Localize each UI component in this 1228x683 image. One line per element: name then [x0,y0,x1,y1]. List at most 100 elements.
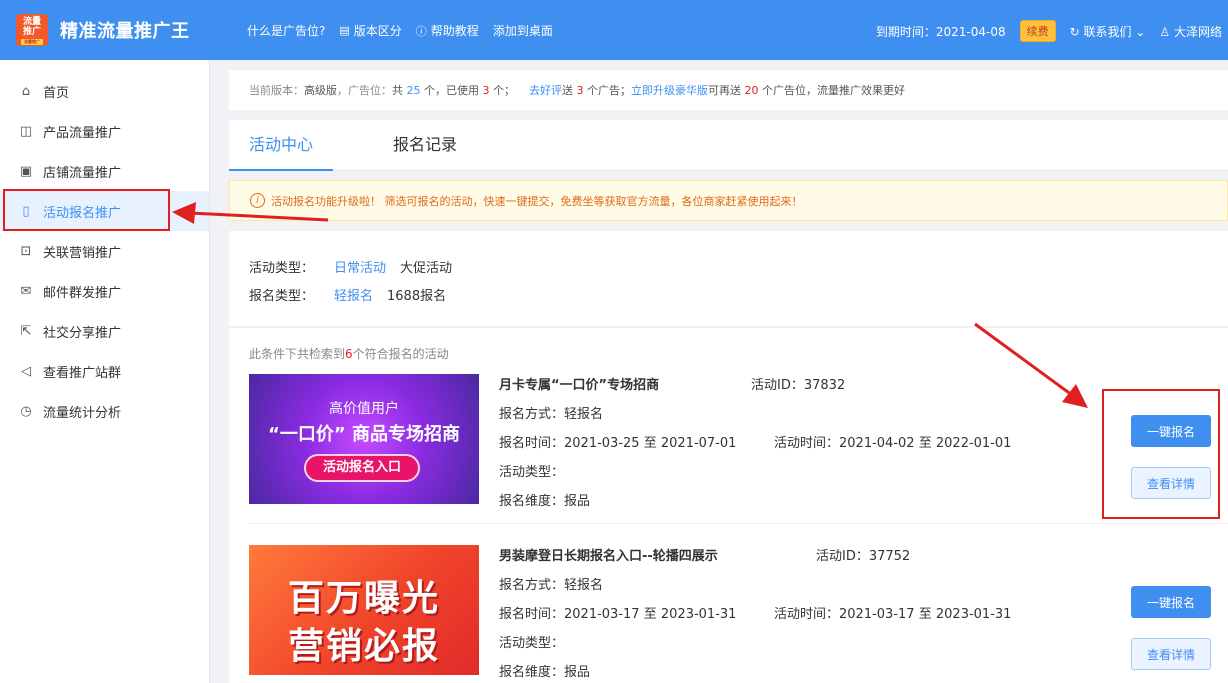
logo-line1: 流量 [22,17,41,27]
sidebar-item-label: 店铺流量推广 [43,165,122,181]
signup-start: 2021-03-17 [564,607,640,622]
header-right: 到期时间：2021-04-08 续费 ↻ 联系我们 ⌄ ♙ 大泽网络 [876,20,1222,42]
nav-version-compare[interactable]: ▤ 版本区分 [339,22,401,39]
top-header: 流量 推广 流量推广 精准流量推广王 什么是广告位? ▤ 版本区分 ⓘ 帮助教程… [0,0,1228,60]
nav-help-label: 帮助教程 [430,24,479,38]
view-details-button[interactable]: 查看详情 [1131,467,1211,499]
notice-upgrade-count: 20 [744,83,759,97]
filter-option-1688[interactable]: 1688报名 [387,285,446,304]
sidebar-item-store[interactable]: ▣ 店铺流量推广 [0,151,209,191]
to-label: 至 [918,436,932,451]
upgrade-link[interactable]: 立即升级豪华版 [631,82,708,98]
sidebar-item-label: 查看推广站群 [43,365,122,381]
logo-sub: 流量推广 [21,39,43,45]
banner-line1: 百万曝光 [287,578,440,619]
nav-what-is-ad[interactable]: 什么是广告位? [247,22,325,39]
signup-time: 报名时间：2021-03-17 至 2023-01-31 [499,603,736,622]
one-click-signup-button[interactable]: 一键报名 [1131,415,1211,447]
review-link[interactable]: 去好评 [529,82,562,98]
activity-banner[interactable]: 高价值用户 “一口价” 商品专场招商 活动报名入口 [249,374,479,504]
notice-used: 3 [482,83,490,97]
nav-add-desktop[interactable]: 添加到桌面 [493,22,553,39]
sidebar-item-home[interactable]: ⌂ 首页 [0,71,209,111]
notice-text: 个，已使用 [424,84,479,97]
to-label: 至 [643,436,657,451]
banner-line1: 高价值用户 [329,401,399,417]
share-icon: ⇱ [20,323,32,339]
filter-option-promo[interactable]: 大促活动 [400,257,452,276]
act-start: 2021-03-17 [839,607,915,622]
dimension-label: 报名维度： [499,494,565,509]
nav-what-is-ad-label: 什么是广告位? [247,24,326,38]
tab-activity-center[interactable]: 活动中心 [228,120,334,171]
stats-icon: ◷ [20,403,32,419]
activity-list: 此条件下共检索到6个符合报名的活动 高价值用户 “一口价” 商品专场招商 活动报… [229,328,1228,683]
tab-signup-records[interactable]: 报名记录 [393,120,457,171]
filter-option-light[interactable]: 轻报名 [334,285,373,304]
megaphone-icon: ◁ [21,363,31,379]
filter-signup-type: 报名类型： 轻报名 1688报名 [249,285,460,304]
sidebar-item-sites[interactable]: ◁ 查看推广站群 [0,351,209,391]
app-logo[interactable]: 流量 推广 流量推广 [16,14,48,46]
activity-id: 活动ID：37832 [751,374,845,393]
sidebar-item-product[interactable]: ◫ 产品流量推广 [0,111,209,151]
activity-time: 活动时间：2021-04-02 至 2022-01-01 [774,432,1011,451]
id-label: 活动ID： [751,378,804,393]
sidebar-item-activity[interactable]: ▯ 活动报名推广 [0,191,209,231]
notice-text: 送 [562,84,573,97]
expire-date: 到期时间：2021-04-08 [875,24,1006,39]
sidebar-item-label: 关联营销推广 [43,245,122,261]
notice-text: 个广告位，流量推广效果更好 [762,84,905,97]
store-icon: ▣ [19,163,33,179]
sidebar-item-stats[interactable]: ◷ 流量统计分析 [0,391,209,431]
result-number: 6 [345,347,353,361]
banner-line2: 营销必报 [287,626,440,667]
user-icon: ♙ [1159,24,1171,39]
nav-help[interactable]: ⓘ 帮助教程 [416,22,479,39]
bag-icon: ◫ [19,123,33,139]
notice-text: 个广告； [587,84,631,97]
sidebar-item-social[interactable]: ⇱ 社交分享推广 [0,311,209,351]
renew-button[interactable]: 续费 [1019,20,1056,42]
info-icon: i [250,193,265,208]
filter-label: 活动类型： [249,261,315,276]
signup-end: 2021-07-01 [660,436,737,451]
version-notice: 当前版本： 高级版 ，广告位： 共 25 个，已使用 3 个； 去好评 送 3 … [229,70,1228,110]
sidebar-item-mail[interactable]: ✉ 邮件群发推广 [0,271,209,311]
notice-text: 个； [493,84,515,97]
document-icon: ▤ [339,24,350,37]
activity-card: 百万曝光 营销必报 男装摩登日长期报名入口--轮播四展示 活动ID：37752 … [249,545,1228,683]
filter-option-daily[interactable]: 日常活动 [334,257,386,276]
notice-text: 当前版本： [249,84,304,97]
filter-activity-type: 活动类型： 日常活动 大促活动 [249,257,466,276]
activity-id: 活动ID：37752 [816,545,910,564]
activity-type: 活动类型： [499,461,564,480]
sidebar: ⌂ 首页 ◫ 产品流量推广 ▣ 店铺流量推广 ▯ 活动报名推广 ⊡ 关联营销推广… [0,60,210,683]
signup-mode: 报名方式：轻报名 [499,574,603,593]
filter-panel: 活动类型： 日常活动 大促活动 报名类型： 轻报名 1688报名 [229,231,1228,327]
chart-icon: ⊡ [20,243,32,259]
notice-total: 25 [406,83,421,97]
sidebar-item-related[interactable]: ⊡ 关联营销推广 [0,231,209,271]
user-menu[interactable]: ♙ 大泽网络 [1159,23,1222,40]
logo-line2: 推广 [22,27,41,37]
sidebar-item-label: 活动报名推广 [43,205,122,221]
activity-banner[interactable]: 百万曝光 营销必报 [249,545,479,675]
nav-add-desktop-label: 添加到桌面 [492,24,553,38]
banner-signup-entry: 活动报名入口 [304,454,420,482]
dimension-label: 报名维度： [499,665,565,680]
nav-version-compare-label: 版本区分 [353,24,402,38]
contact-menu[interactable]: ↻ 联系我们 ⌄ [1070,23,1146,40]
view-details-button[interactable]: 查看详情 [1131,638,1211,670]
sidebar-item-label: 邮件群发推广 [43,285,122,301]
signup-dimension: 报名维度：报品 [499,661,590,680]
activity-time-label: 活动时间： [774,607,840,622]
id-label: 活动ID： [816,549,869,564]
activity-time: 活动时间：2021-03-17 至 2023-01-31 [774,603,1011,622]
upgrade-alert: i 活动报名功能升级啦！ 筛选可报名的活动，快速一键提交，免费坐等获取官方流量，… [229,180,1228,221]
one-click-signup-button[interactable]: 一键报名 [1131,586,1211,618]
dimension-value: 报品 [564,494,591,509]
type-label: 活动类型： [499,636,565,651]
sidebar-item-label: 社交分享推广 [43,325,122,341]
act-end: 2022-01-01 [935,436,1012,451]
